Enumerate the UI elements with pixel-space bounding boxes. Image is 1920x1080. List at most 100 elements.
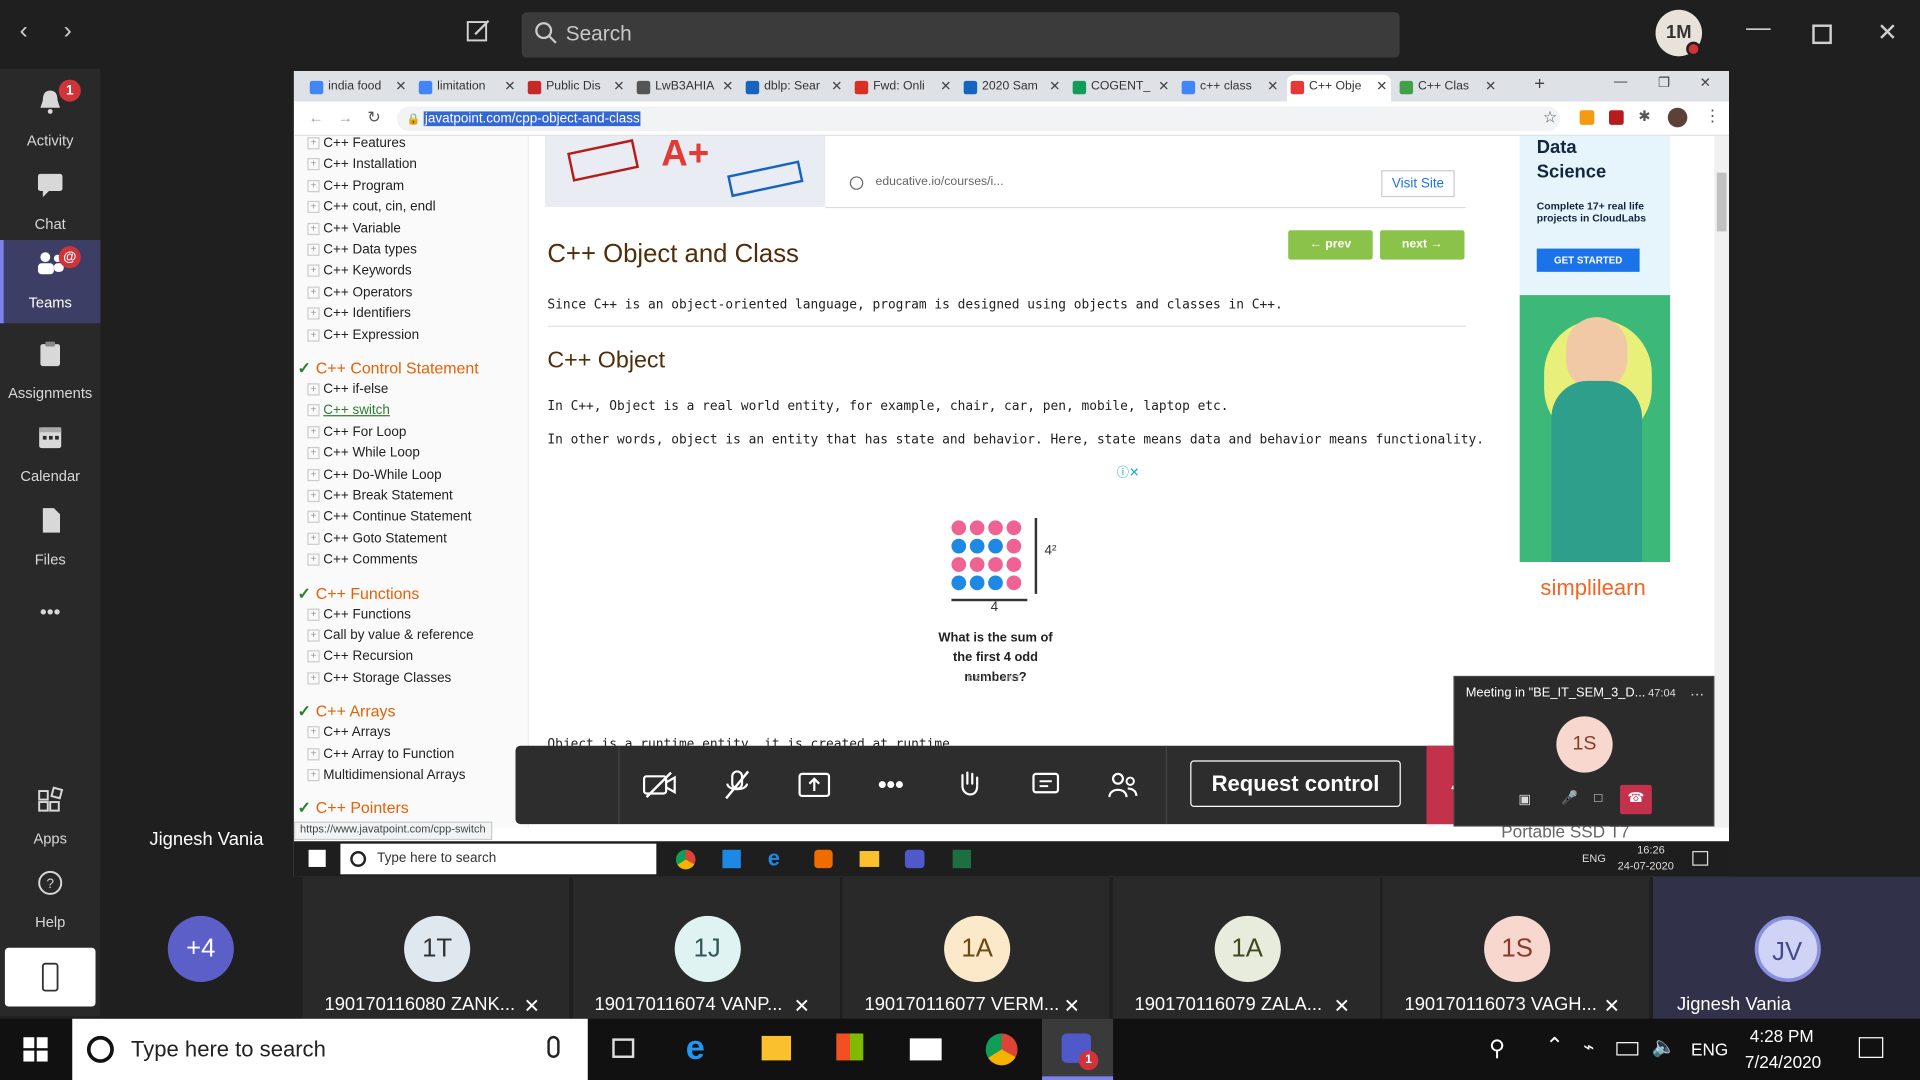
puzzle-icon[interactable]: ✱ [1638, 108, 1650, 125]
mini-mic-icon[interactable]: 🎤 [1561, 790, 1578, 806]
get-started-button[interactable]: GET STARTED [1536, 248, 1640, 272]
menu-icon[interactable]: ⋮ [1705, 107, 1721, 127]
windows-start-icon[interactable] [23, 1037, 48, 1062]
participant-tile[interactable]: 1T 190170116080 ZANK... ✕ [302, 876, 570, 1019]
battery-icon[interactable] [1616, 1042, 1639, 1056]
sidebar-section-heading[interactable]: ✓ C++ Arrays [298, 702, 396, 722]
sidebar-section-heading[interactable]: ✓ C++ Control Statement [298, 359, 479, 379]
ad-panel[interactable]: Data Science Complete 17+ real life proj… [1519, 135, 1671, 563]
sidebar-section-heading[interactable]: ✓ C++ Functions [298, 584, 420, 604]
mail-icon[interactable] [909, 1038, 942, 1061]
restore-icon[interactable]: ❐ [1658, 75, 1670, 91]
rail-assignments[interactable]: Assignments [0, 331, 100, 412]
close-icon[interactable]: ✕ [1877, 17, 1898, 48]
teams-taskbar-button[interactable]: 1 [1042, 1018, 1114, 1080]
sidebar-link[interactable]: C++ Goto Statement [307, 531, 447, 546]
tab-close-icon[interactable]: ✕ [1158, 75, 1169, 99]
people-icon[interactable]: ⚲ [1489, 1036, 1505, 1062]
meeting-mini-window[interactable]: Meeting in "BE_IT_SEM_3_D... 47:04 … 1S … [1453, 675, 1715, 827]
overflow-participants-tile[interactable]: +4 [100, 876, 299, 1019]
browser-tab[interactable]: dblp: Sear ✕ [742, 75, 846, 102]
participant-tile[interactable]: 1S 190170116073 VAGH... ✕ [1382, 876, 1650, 1019]
participant-tile[interactable]: 1A 190170116079 ZALA... ✕ [1112, 876, 1380, 1019]
bookmark-star-icon[interactable]: ☆ [1543, 108, 1557, 128]
participant-tile[interactable]: JV Jignesh Vania [1652, 876, 1920, 1019]
sidebar-link[interactable]: C++ Data types [307, 242, 417, 257]
back-icon[interactable]: ← [309, 109, 324, 126]
sidebar-link[interactable]: C++ Storage Classes [307, 671, 451, 686]
tab-close-icon[interactable]: ✕ [1049, 75, 1060, 99]
browser-tab[interactable]: india food ✕ [306, 75, 410, 102]
chrome-icon[interactable] [675, 849, 696, 870]
search-input[interactable]: Search [521, 12, 1400, 58]
action-center-icon[interactable] [1858, 1037, 1884, 1058]
sidebar-link[interactable]: C++ Break Statement [307, 489, 453, 504]
store-icon[interactable] [836, 1033, 864, 1061]
wifi-icon[interactable]: ⌁ [1583, 1036, 1594, 1058]
clock-date[interactable]: 7/24/2020 [1745, 1052, 1821, 1072]
paint-icon[interactable] [814, 849, 833, 869]
taskbar-search-box[interactable]: Type here to search [72, 1018, 588, 1080]
rail-teams[interactable]: @ Teams [0, 240, 101, 324]
tab-close-icon[interactable]: ✕ [1267, 75, 1278, 99]
share-button[interactable] [775, 746, 852, 824]
browser-tab[interactable]: limitation ✕ [415, 75, 519, 102]
browser-tab[interactable]: Public Dis ✕ [524, 75, 628, 102]
rail-calendar[interactable]: Calendar [0, 414, 100, 495]
chat-button[interactable] [1007, 746, 1084, 824]
sidebar-link[interactable]: C++ if-else [307, 382, 388, 397]
mini-share-icon[interactable]: □ [1594, 791, 1602, 806]
mini-camera-icon[interactable]: ▣ [1518, 791, 1531, 807]
excel-icon[interactable] [952, 849, 972, 869]
rail-activity[interactable]: 1 Activity [0, 78, 100, 159]
tab-close-icon[interactable]: ✕ [1376, 75, 1387, 99]
sidebar-link[interactable]: C++ Functions [307, 607, 411, 622]
notification-icon[interactable] [1692, 851, 1709, 866]
lang-indicator[interactable]: ENG [1582, 852, 1606, 864]
chevron-up-icon[interactable]: ⌃ [1545, 1033, 1563, 1059]
browser-tab[interactable]: C++ Obje ✕ [1286, 74, 1392, 102]
camera-off-button[interactable] [621, 746, 698, 824]
minimize-icon[interactable]: — [1746, 15, 1770, 43]
sidebar-link[interactable]: C++ Installation [307, 157, 417, 172]
sidebar-link[interactable]: C++ While Loop [307, 446, 420, 461]
participant-tile[interactable]: 1J 190170116074 VANP... ✕ [572, 876, 840, 1019]
language-indicator[interactable]: ENG [1691, 1040, 1728, 1060]
tab-close-icon[interactable]: ✕ [940, 75, 951, 99]
sidebar-link[interactable]: C++ Expression [307, 328, 419, 343]
sidebar-link[interactable]: C++ Recursion [307, 649, 413, 664]
sidebar-link[interactable]: Call by value & reference [307, 628, 473, 643]
mini-hangup-button[interactable]: ☎ [1620, 784, 1652, 815]
sidebar-link[interactable]: C++ Comments [307, 552, 417, 567]
participants-button[interactable] [1084, 746, 1161, 824]
sidebar-link[interactable]: C++ Array to Function [307, 746, 454, 761]
browser-tab[interactable]: COGENT_ ✕ [1069, 75, 1173, 102]
clock-time[interactable]: 16:26 [1637, 844, 1665, 856]
taskbar-search-box[interactable]: Type here to search [340, 843, 657, 875]
raise-hand-button[interactable] [929, 746, 1006, 824]
file-explorer-icon[interactable] [761, 1035, 792, 1061]
sidebar-link[interactable]: C++ Identifiers [307, 306, 411, 321]
forward-icon[interactable]: → [338, 109, 353, 126]
sidebar-link[interactable]: C++ For Loop [307, 425, 406, 440]
microphone-icon[interactable] [547, 1035, 560, 1058]
chrome-icon[interactable] [985, 1033, 1018, 1066]
mini-more-icon[interactable]: … [1690, 682, 1705, 699]
tab-close-icon[interactable]: ✕ [504, 75, 515, 99]
task-view-icon[interactable] [612, 1038, 635, 1058]
tab-close-icon[interactable]: ✕ [722, 75, 733, 99]
extension-icon[interactable] [1579, 110, 1595, 125]
sidebar-section-heading[interactable]: ✓ C++ Pointers [298, 799, 409, 819]
url-field[interactable]: 🔒 javatpoint.com/cpp-object-and-class [396, 106, 1561, 132]
minimize-icon[interactable]: — [1614, 75, 1627, 90]
sidebar-link[interactable]: C++ Keywords [307, 264, 411, 279]
tab-close-icon[interactable]: ✕ [831, 75, 842, 99]
tab-close-icon[interactable]: ✕ [395, 75, 406, 99]
tab-close-icon[interactable]: ✕ [1485, 75, 1496, 99]
close-icon[interactable]: ✕ [1700, 75, 1711, 91]
back-icon[interactable]: ‹ [20, 17, 28, 45]
mute-button[interactable] [698, 746, 775, 824]
prev-button[interactable]: ← prev [1288, 230, 1373, 260]
edge-icon[interactable]: e [686, 1029, 705, 1068]
browser-tab[interactable]: LwB3AHIA ✕ [633, 75, 737, 102]
